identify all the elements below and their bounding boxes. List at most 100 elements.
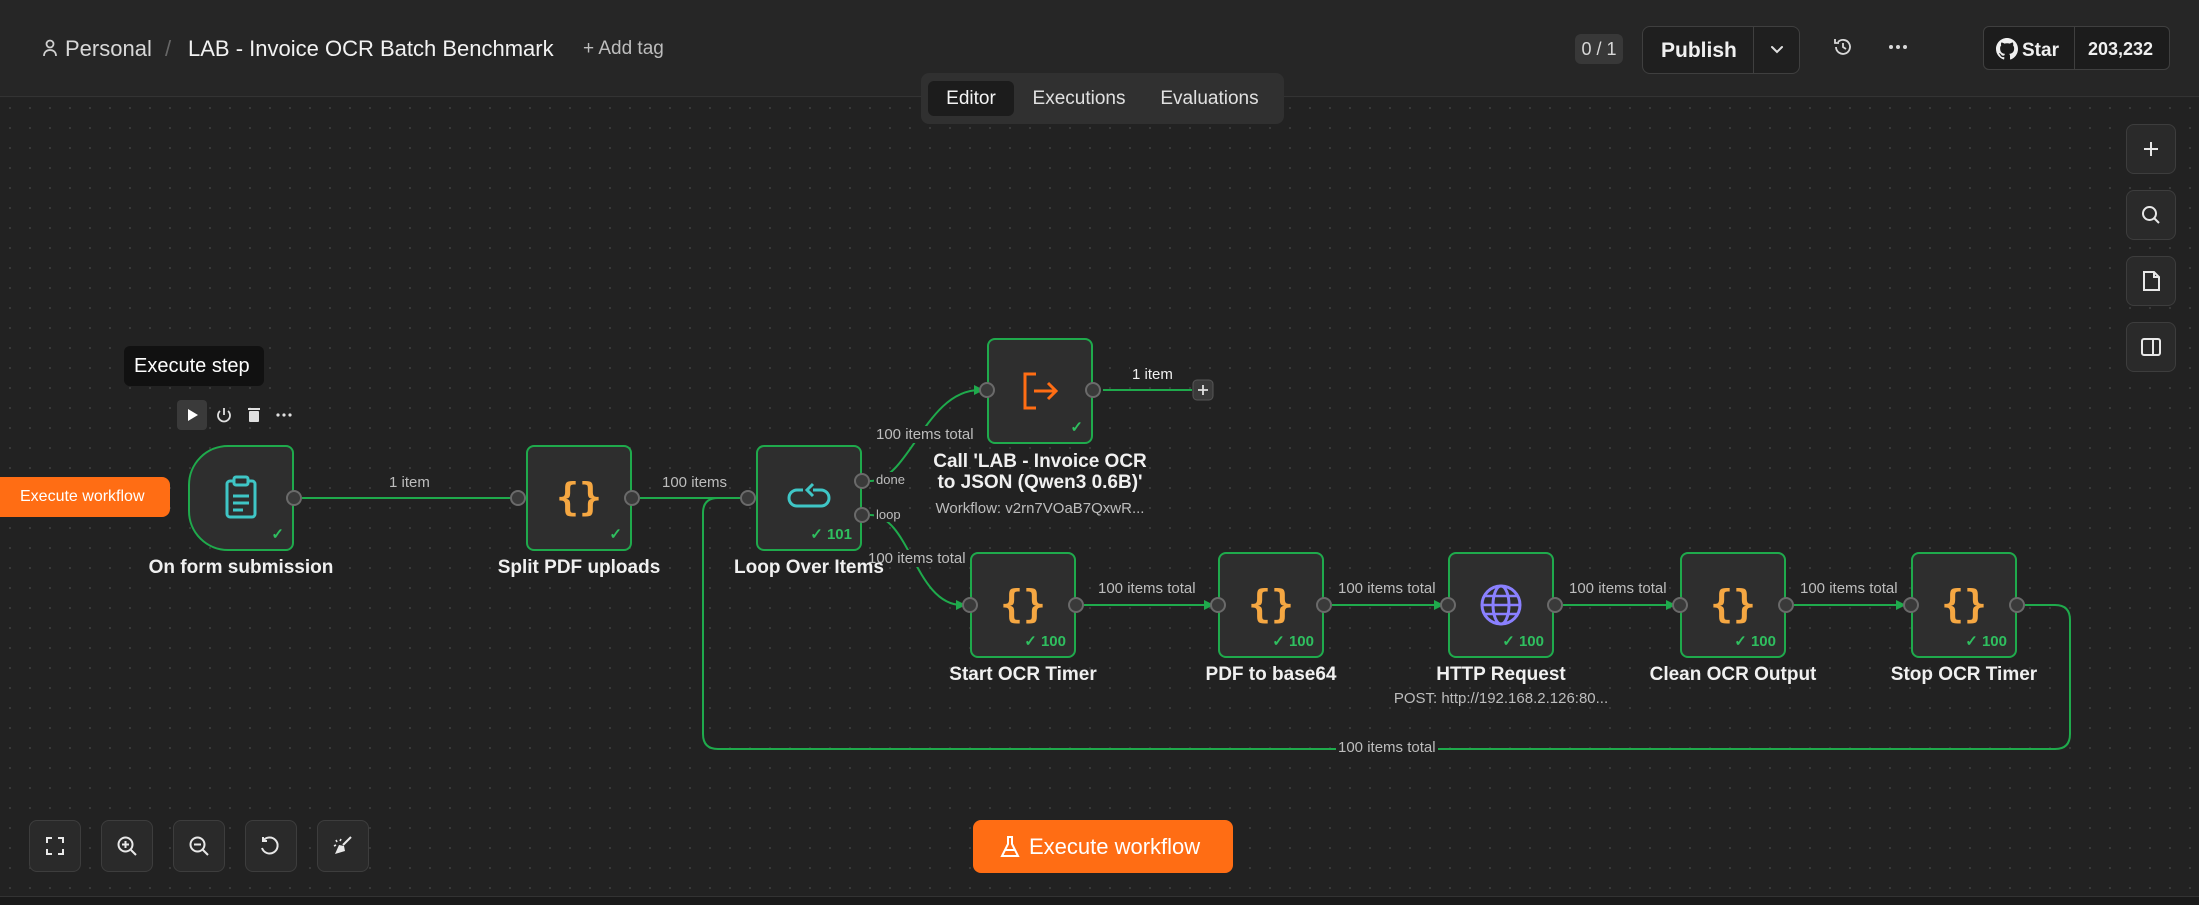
success-count: ✓ 100 (1272, 633, 1314, 650)
execute-side-label: Execute workflow (20, 488, 145, 505)
node-label: Clean OCR Output (1649, 664, 1817, 685)
output-port[interactable] (1778, 597, 1794, 613)
output-port[interactable] (2009, 597, 2025, 613)
zoom-in-icon (117, 836, 137, 856)
node-label: Start OCR Timer (949, 664, 1097, 685)
edge-stop-back (702, 497, 2071, 750)
input-port[interactable] (1440, 597, 1456, 613)
execute-workflow-button[interactable]: Execute workflow (973, 820, 1233, 873)
sticky-note-button[interactable] (2126, 256, 2176, 306)
zoom-out-button[interactable] (173, 820, 225, 872)
input-port[interactable] (740, 490, 756, 506)
node-label: Loop Over Items (734, 557, 884, 578)
success-count: ✓ 100 (1734, 633, 1776, 650)
undo-icon (261, 836, 279, 855)
zoom-in-button[interactable] (101, 820, 153, 872)
output-port[interactable] (286, 490, 302, 506)
plus-icon (2144, 142, 2158, 156)
output-port-done[interactable] (854, 473, 870, 489)
reset-zoom-button[interactable] (245, 820, 297, 872)
port-label-loop: loop (874, 507, 903, 522)
add-node-button[interactable] (2126, 124, 2176, 174)
svg-text:{}: {} (1248, 582, 1294, 626)
node-more-icon[interactable] (269, 400, 299, 430)
node-label-line2: to JSON (Qwen3 0.6B)' (937, 472, 1143, 493)
svg-text:{}: {} (1710, 582, 1756, 626)
trash-icon[interactable] (239, 400, 269, 430)
node-start-ocr-timer[interactable]: {} ✓ 100 (970, 552, 1076, 658)
search-icon (2142, 206, 2160, 224)
output-port-loop[interactable] (854, 507, 870, 523)
code-braces-icon: {} (1245, 579, 1297, 631)
globe-icon (1475, 579, 1527, 631)
execute-step-tooltip: Execute step (124, 346, 264, 386)
edge-label-pdf-http: 100 items total (1336, 580, 1438, 597)
node-label: HTTP Request (1436, 664, 1566, 685)
success-check-icon: ✓ (271, 526, 284, 543)
execute-workflow-side-button[interactable]: Execute workflow (0, 477, 170, 517)
edge-label-split-loop: 100 items (660, 474, 730, 491)
input-port[interactable] (1210, 597, 1226, 613)
edge-label-loop-done: 100 items total (874, 426, 976, 443)
node-on-form-submission[interactable]: ✓ (188, 445, 294, 551)
node-split-pdf-uploads[interactable]: {} ✓ (526, 445, 632, 551)
broom-icon (333, 836, 352, 854)
output-port[interactable] (1068, 597, 1084, 613)
node-stop-ocr-timer[interactable]: {} ✓ 100 (1911, 552, 2017, 658)
node-label: Stop OCR Timer (1890, 664, 2038, 685)
success-count: ✓ 100 (1502, 633, 1544, 650)
edge-label-clean-stop: 100 items total (1798, 580, 1900, 597)
badge-count: 101 (826, 526, 852, 543)
toggle-panel-button[interactable] (2126, 322, 2176, 372)
svg-text:{}: {} (1941, 582, 1987, 626)
add-node-plus[interactable] (1192, 379, 1214, 401)
power-icon[interactable] (209, 400, 239, 430)
input-port[interactable] (1672, 597, 1688, 613)
success-check-icon: ✓ (1070, 419, 1083, 436)
input-port[interactable] (979, 382, 995, 398)
node-label: PDF to base64 (1205, 664, 1337, 685)
svg-text:{}: {} (556, 475, 602, 519)
edge-label-call-out: 1 item (1130, 366, 1175, 383)
edge-label-start-pdf: 100 items total (1096, 580, 1198, 597)
badge-count: 100 (1981, 633, 2007, 650)
output-port[interactable] (624, 490, 640, 506)
success-count: ✓ 100 (1024, 633, 1066, 650)
input-port[interactable] (1903, 597, 1919, 613)
zoom-out-icon (189, 836, 209, 856)
output-port[interactable] (1316, 597, 1332, 613)
success-check-icon: ✓ (609, 526, 622, 543)
edge-label-stop-back: 100 items total (1336, 739, 1438, 756)
success-count: ✓ 100 (1965, 633, 2007, 650)
node-toolbar (176, 400, 300, 430)
node-subtitle: Workflow: v2rn7VOaB7QxwR... (935, 500, 1145, 517)
tidy-up-button[interactable] (317, 820, 369, 872)
node-label-line1: Call 'LAB - Invoice OCR (933, 451, 1147, 472)
node-loop-over-items[interactable]: ✓ 101 (756, 445, 862, 551)
svg-text:{}: {} (1000, 582, 1046, 626)
play-icon[interactable] (177, 400, 207, 430)
execute-workflow-label: Execute workflow (1029, 834, 1201, 859)
search-nodes-button[interactable] (2126, 190, 2176, 240)
node-pdf-to-base64[interactable]: {} ✓ 100 (1218, 552, 1324, 658)
node-label: On form submission (148, 557, 334, 578)
code-braces-icon: {} (997, 579, 1049, 631)
loop-icon (783, 472, 835, 524)
node-clean-ocr-output[interactable]: {} ✓ 100 (1680, 552, 1786, 658)
output-port[interactable] (1547, 597, 1563, 613)
edge-label-http-clean: 100 items total (1567, 580, 1669, 597)
fit-view-button[interactable] (29, 820, 81, 872)
panel-icon (2141, 338, 2161, 356)
code-braces-icon: {} (1707, 579, 1759, 631)
output-port[interactable] (1085, 382, 1101, 398)
node-call-subworkflow[interactable]: ✓ (987, 338, 1093, 444)
success-count: ✓ 101 (810, 526, 852, 543)
badge-count: 100 (1288, 633, 1314, 650)
sign-out-icon (1014, 365, 1066, 417)
node-http-request[interactable]: ✓ 100 (1448, 552, 1554, 658)
input-port[interactable] (962, 597, 978, 613)
edge-label-form-split: 1 item (387, 474, 432, 491)
flask-icon (999, 835, 1021, 859)
input-port[interactable] (510, 490, 526, 506)
tooltip-text: Execute step (134, 355, 250, 377)
